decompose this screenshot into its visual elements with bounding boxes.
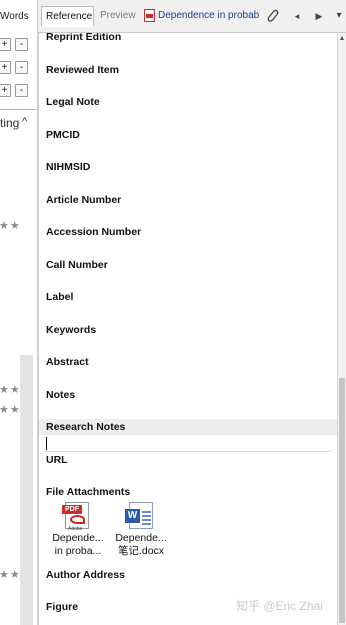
- panel-tab-bar: Reference Preview Dependence in probab ◂…: [38, 0, 346, 33]
- tab-reference[interactable]: Reference: [41, 6, 94, 27]
- attachment-name-line2: 笔记.docx: [117, 545, 165, 557]
- research-notes-input[interactable]: [44, 435, 332, 452]
- pdf-icon: [144, 9, 155, 22]
- scroll-up-arrow-icon[interactable]: ▲: [338, 35, 346, 42]
- remove-row-button-3[interactable]: -: [15, 84, 28, 97]
- rating-stars-icon[interactable]: ★★: [0, 383, 21, 396]
- field-label-accession-number[interactable]: Accession Number: [46, 226, 141, 238]
- field-label-research-notes[interactable]: Research Notes: [46, 421, 125, 433]
- field-label-file-attachments[interactable]: File Attachments: [46, 486, 130, 498]
- field-label-reprint-edition[interactable]: Reprint Edition: [46, 33, 121, 43]
- field-label-article-number[interactable]: Article Number: [46, 194, 121, 206]
- attachment-pdf[interactable]: PDF Adobe Depende... in proba...: [48, 502, 108, 558]
- rating-column-header[interactable]: ting: [0, 116, 19, 130]
- word-file-icon: W: [125, 502, 154, 530]
- field-label-figure[interactable]: Figure: [46, 601, 78, 613]
- pdf-file-icon: PDF Adobe: [62, 502, 91, 532]
- rating-stars-icon[interactable]: ★★: [0, 568, 21, 581]
- rating-stars-icon[interactable]: ★★: [0, 219, 21, 232]
- paperclip-icon[interactable]: [265, 8, 279, 28]
- words-label: Words: [0, 11, 29, 22]
- library-panel-partial: Words + - + - + - ting ^ ★★ ★★ ★★ ★★: [0, 0, 38, 625]
- field-label-abstract[interactable]: Abstract: [46, 356, 89, 368]
- watermark-text: 知乎 @Eric Zhai: [236, 599, 323, 613]
- reference-scrollbar[interactable]: ▲: [337, 33, 346, 625]
- attachment-docx[interactable]: W Depende... 笔记.docx: [111, 502, 171, 558]
- attachment-name-line1: Depende...: [115, 532, 167, 544]
- search-options-group: Words + - + - + -: [0, 0, 37, 110]
- remove-row-button-1[interactable]: -: [15, 38, 28, 51]
- tab-preview[interactable]: Preview: [96, 6, 140, 27]
- field-label-pmcid[interactable]: PMCID: [46, 129, 80, 141]
- add-row-button-2[interactable]: +: [0, 61, 11, 74]
- field-label-label[interactable]: Label: [46, 291, 73, 303]
- previous-tab-arrow-icon[interactable]: ◂: [290, 8, 304, 24]
- text-cursor: [46, 437, 47, 450]
- sort-ascending-icon[interactable]: ^: [22, 116, 27, 128]
- next-tab-arrow-icon[interactable]: ▶: [312, 8, 326, 24]
- selected-row-strip: [20, 355, 33, 625]
- scroll-thumb[interactable]: [339, 378, 345, 623]
- tab-pdf-title: Dependence in probab: [158, 10, 260, 21]
- attachment-name-line2: in proba...: [54, 545, 102, 557]
- field-label-notes[interactable]: Notes: [46, 389, 75, 401]
- field-label-url[interactable]: URL: [46, 454, 68, 466]
- add-row-button-1[interactable]: +: [0, 38, 11, 51]
- rating-stars-icon[interactable]: ★★: [0, 403, 21, 416]
- tab-menu-chevron-down-icon[interactable]: ▾: [332, 8, 346, 24]
- field-label-author-address[interactable]: Author Address: [46, 569, 125, 581]
- reference-panel: Reprint Edition Reviewed Item Legal Note…: [38, 33, 337, 625]
- field-label-reviewed-item[interactable]: Reviewed Item: [46, 64, 119, 76]
- add-row-button-3[interactable]: +: [0, 84, 11, 97]
- remove-row-button-2[interactable]: -: [15, 61, 28, 74]
- field-label-keywords[interactable]: Keywords: [46, 324, 96, 336]
- field-label-nihmsid[interactable]: NIHMSID: [46, 161, 90, 173]
- tab-pdf-document[interactable]: Dependence in probab: [142, 6, 266, 27]
- field-label-call-number[interactable]: Call Number: [46, 259, 108, 271]
- field-label-legal-note[interactable]: Legal Note: [46, 96, 100, 108]
